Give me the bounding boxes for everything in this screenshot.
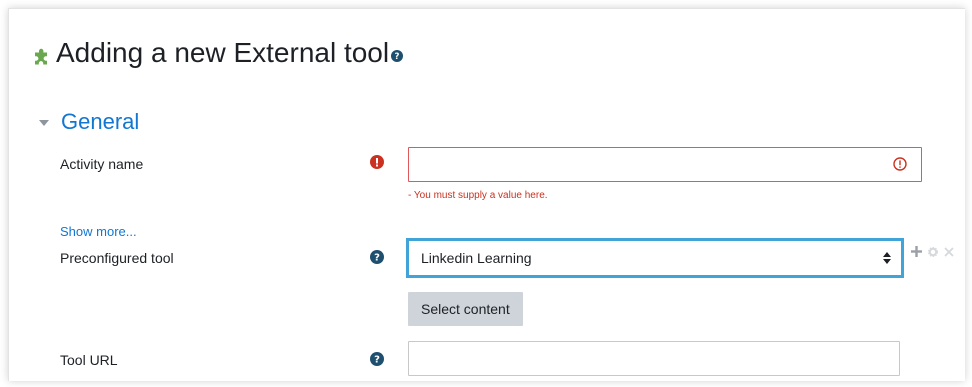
preconfigured-tool-label: Preconfigured tool [60,250,174,266]
section-title: General [61,109,140,134]
puzzle-icon [35,48,47,65]
preconfigured-tool-selected: Linkedin Learning [421,250,532,266]
activity-name-label: Activity name [60,156,144,172]
activity-name-error: - You must supply a value here. [408,190,548,201]
exclamation-circle-icon [370,155,384,169]
page-heading: Adding a new External tool ? [32,37,404,69]
activity-name-input[interactable] [408,147,922,182]
times-icon[interactable] [944,246,954,257]
section-general-toggle[interactable]: General [39,109,139,135]
caret-down-icon [39,120,49,126]
sort-arrows-icon [883,252,891,264]
tool-url-input[interactable] [408,341,900,376]
preconfigured-tool-select[interactable]: Linkedin Learning [406,238,904,278]
svg-text:?: ? [395,52,400,62]
tool-url-label: Tool URL [60,352,118,368]
question-circle-icon[interactable]: ? [391,50,404,62]
question-circle-icon[interactable]: ? [370,250,384,264]
plus-icon[interactable] [911,246,922,257]
page-title: Adding a new External tool [56,37,390,68]
exclamation-circle-outline-icon [893,157,907,171]
svg-text:?: ? [374,355,380,366]
show-more-link[interactable]: Show more... [60,224,137,239]
gear-icon[interactable] [928,246,938,257]
svg-text:?: ? [374,253,380,264]
page-frame: Adding a new External tool ? General Act… [8,8,965,381]
select-content-button[interactable]: Select content [408,292,523,326]
screenshot-canvas: Adding a new External tool ? General Act… [0,0,972,387]
tool-actions [911,246,954,257]
question-circle-icon[interactable]: ? [370,352,384,366]
